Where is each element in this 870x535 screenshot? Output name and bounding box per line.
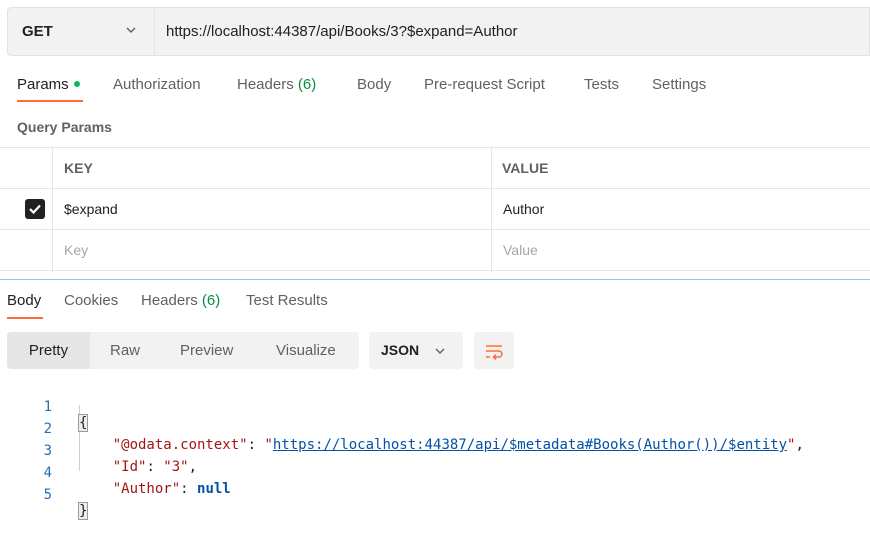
pane-splitter[interactable] (0, 279, 870, 280)
param-enabled-checkbox[interactable] (25, 199, 45, 219)
param-key-field[interactable]: $expand (64, 201, 118, 217)
body-tab-indicator (7, 317, 43, 319)
response-tab-test-results[interactable]: Test Results (246, 292, 328, 309)
view-pretty-button[interactable]: Pretty (7, 332, 90, 369)
format-label: JSON (381, 342, 420, 358)
request-tabs: Params Authorization Headers (6) Body Pr… (0, 76, 870, 102)
view-visualize-button[interactable]: Visualize (276, 332, 336, 369)
url-input[interactable]: https://localhost:44387/api/Books/3?$exp… (166, 23, 518, 40)
view-raw-button[interactable]: Raw (110, 332, 140, 369)
tab-body[interactable]: Body (357, 76, 391, 93)
tab-params[interactable]: Params (17, 76, 80, 93)
value-column-header: VALUE (502, 160, 549, 176)
params-active-dot (73, 81, 80, 87)
line-number: 5 (43, 487, 52, 503)
code-line: 5 } (0, 471, 870, 520)
tab-tests[interactable]: Tests (584, 76, 619, 93)
query-params-table: KEY VALUE $expand Author Key Value (0, 147, 870, 273)
code-line: 4 "Author": null (0, 449, 870, 497)
view-mode-selector: Pretty Raw Preview Visualize (7, 332, 359, 369)
params-tab-indicator (17, 100, 83, 102)
table-row: $expand Author (0, 189, 870, 230)
table-row-empty: Key Value (0, 230, 870, 271)
response-tab-body[interactable]: Body (7, 292, 41, 309)
response-headers-count: (6) (201, 292, 221, 309)
request-bar: GET https://localhost:44387/api/Books/3?… (7, 7, 870, 56)
code-line: 2 "@odata.context": "https://localhost:4… (0, 405, 870, 453)
method-select[interactable]: GET (8, 8, 155, 55)
code-line: 3 "Id": "3", (0, 427, 870, 475)
response-tabs: Body Cookies Headers (6) Test Results (0, 292, 870, 318)
method-label: GET (22, 23, 53, 40)
tab-authorization[interactable]: Authorization (113, 76, 201, 93)
column-divider (52, 148, 53, 272)
headers-count: (6) (297, 76, 317, 93)
close-brace: } (77, 502, 89, 520)
format-select[interactable]: JSON (369, 332, 463, 369)
wrap-lines-icon (486, 345, 503, 361)
view-preview-button[interactable]: Preview (180, 332, 233, 369)
code-line: 1 { (0, 383, 870, 432)
chevron-down-icon (435, 348, 445, 354)
table-header-row: KEY VALUE (0, 148, 870, 189)
tab-pre-request-script[interactable]: Pre-request Script (424, 76, 545, 93)
tab-headers[interactable]: Headers (6) (237, 76, 316, 93)
tab-settings[interactable]: Settings (652, 76, 706, 93)
response-tab-headers[interactable]: Headers (6) (141, 292, 220, 309)
param-value-field[interactable]: Author (503, 201, 544, 217)
query-params-title: Query Params (17, 119, 112, 135)
checkmark-icon (29, 204, 41, 215)
key-column-header: KEY (64, 160, 93, 176)
new-key-input[interactable]: Key (64, 242, 88, 258)
column-divider (491, 148, 492, 272)
chevron-down-icon (126, 27, 136, 33)
response-tab-cookies[interactable]: Cookies (64, 292, 118, 309)
new-value-input[interactable]: Value (503, 242, 538, 258)
wrap-lines-button[interactable] (474, 332, 514, 369)
